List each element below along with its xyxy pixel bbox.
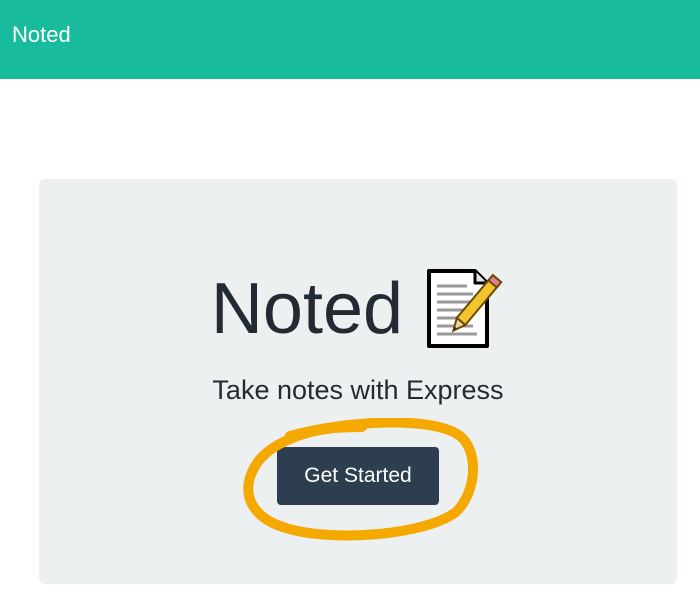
navbar-brand[interactable]: Noted bbox=[12, 21, 71, 49]
memo-icon bbox=[427, 269, 503, 348]
hero-title-row: Noted bbox=[39, 259, 677, 359]
navbar: Noted bbox=[0, 0, 700, 79]
get-started-button[interactable]: Get Started bbox=[277, 447, 439, 505]
hero-panel: Noted Take notes with Express Get Starte… bbox=[39, 179, 677, 584]
hero-title: Noted bbox=[210, 269, 404, 349]
hero-tagline: Take notes with Express bbox=[212, 375, 504, 405]
